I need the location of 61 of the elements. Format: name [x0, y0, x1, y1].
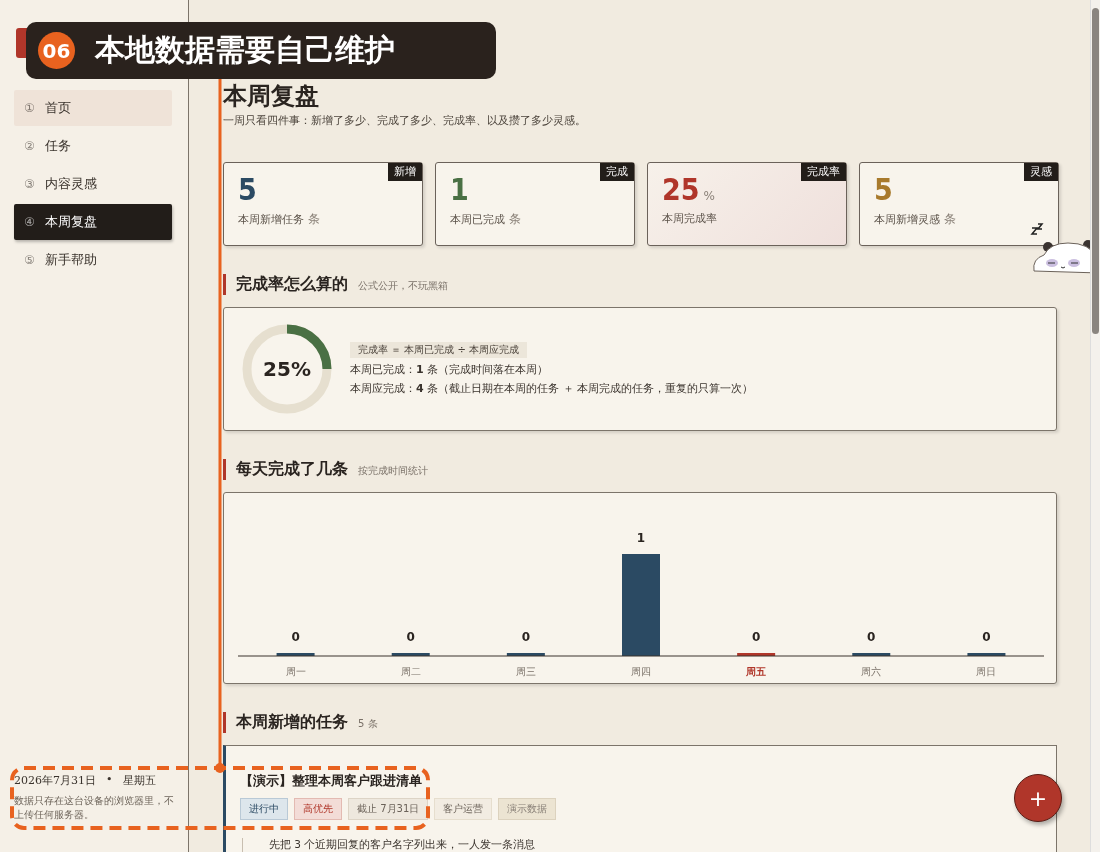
- section-count: 5 条: [358, 717, 378, 731]
- stat-value: 1: [450, 175, 469, 205]
- stat-label: 本周新增任务: [238, 212, 304, 227]
- section-title: 本周新增的任务: [236, 712, 348, 733]
- step-badge: 06: [38, 32, 75, 69]
- weekday-text: 星期五: [122, 773, 156, 788]
- bar-value: 1: [636, 531, 646, 545]
- page-title: 本周复盘: [223, 82, 319, 110]
- day-label: 周二: [400, 666, 421, 677]
- nav-item[interactable]: ② 任务: [14, 128, 172, 164]
- section-title: 每天完成了几条: [236, 459, 348, 480]
- formula-line: 本周应完成：4 条（截止日期在本周的任务 ＋ 本周完成的任务，重复的只算一次）: [350, 381, 754, 396]
- stat-value: 5: [238, 175, 257, 205]
- day-label: 周五: [746, 666, 767, 677]
- stat-unit: 条: [944, 211, 956, 228]
- day-label: 周三: [515, 666, 536, 677]
- task-step: 先把 3 个近期回复的客户名字列出来，一人发一条消息: [242, 838, 1042, 852]
- privacy-note: 数据只存在这台设备的浏览器里，不上传任何服务器。: [14, 794, 174, 822]
- nav-item[interactable]: ⑤ 新手帮助: [14, 242, 172, 278]
- task-tag: 高优先: [294, 798, 342, 820]
- callout-text: 本地数据需要自己维护: [95, 31, 395, 69]
- stat-tag: 完成: [600, 163, 634, 181]
- separator-dot: •: [106, 773, 113, 788]
- stat-unit: 条: [308, 211, 320, 228]
- stat-value: 5: [874, 175, 893, 205]
- day-label: 周一: [285, 666, 306, 677]
- bar-value: 0: [521, 630, 531, 644]
- stat-tag: 灵感: [1024, 163, 1058, 181]
- page-subtitle: 一周只看四件事：新增了多少、完成了多少、完成率、以及攒了多少灵感。: [223, 114, 586, 128]
- scrollbar[interactable]: [1090, 0, 1100, 852]
- day-label: 周六: [861, 666, 882, 677]
- bar-value: 0: [406, 630, 415, 644]
- bar-value: 0: [291, 630, 300, 644]
- nav-item[interactable]: ③ 内容灵感: [14, 166, 172, 202]
- bar-value: 0: [982, 630, 991, 644]
- date-text: 2026年7月31日: [14, 773, 96, 788]
- task-tag: 截止 7月31日: [348, 798, 429, 820]
- stat-tag: 完成率: [801, 163, 846, 181]
- task-tag: 演示数据: [498, 798, 557, 820]
- section-subtitle: 按完成时间统计: [358, 464, 428, 478]
- stat-value: 25: [662, 175, 700, 205]
- stat-label: 本周完成率: [662, 211, 717, 226]
- stat-unit: %: [703, 189, 715, 203]
- stat-unit: 条: [509, 211, 521, 228]
- stat-tag: 新增: [388, 163, 422, 181]
- bar-value: 0: [751, 630, 761, 644]
- bar-value: 0: [867, 630, 876, 644]
- section-subtitle: 公式公开，不玩黑箱: [358, 279, 448, 293]
- nav-item[interactable]: ① 首页: [14, 90, 172, 126]
- stat-label: 本周新增灵感: [874, 212, 940, 227]
- task-tag: 客户运营: [434, 798, 493, 820]
- formula-text: 完成率 ＝ 本周已完成 ÷ 本周应完成: [350, 342, 528, 358]
- donut-reading: 25%: [263, 357, 311, 381]
- day-label: 周日: [976, 666, 997, 677]
- formula-line: 本周已完成：1 条（完成时间落在本周）: [350, 362, 550, 377]
- nav-item[interactable]: ④ 本周复盘: [14, 204, 172, 240]
- task-title: 【演示】整理本周客户跟进清单: [240, 772, 423, 790]
- task-tag: 进行中: [240, 798, 288, 820]
- stat-label: 本周已完成: [450, 212, 505, 227]
- section-title: 完成率怎么算的: [236, 274, 348, 295]
- day-label: 周四: [631, 666, 651, 677]
